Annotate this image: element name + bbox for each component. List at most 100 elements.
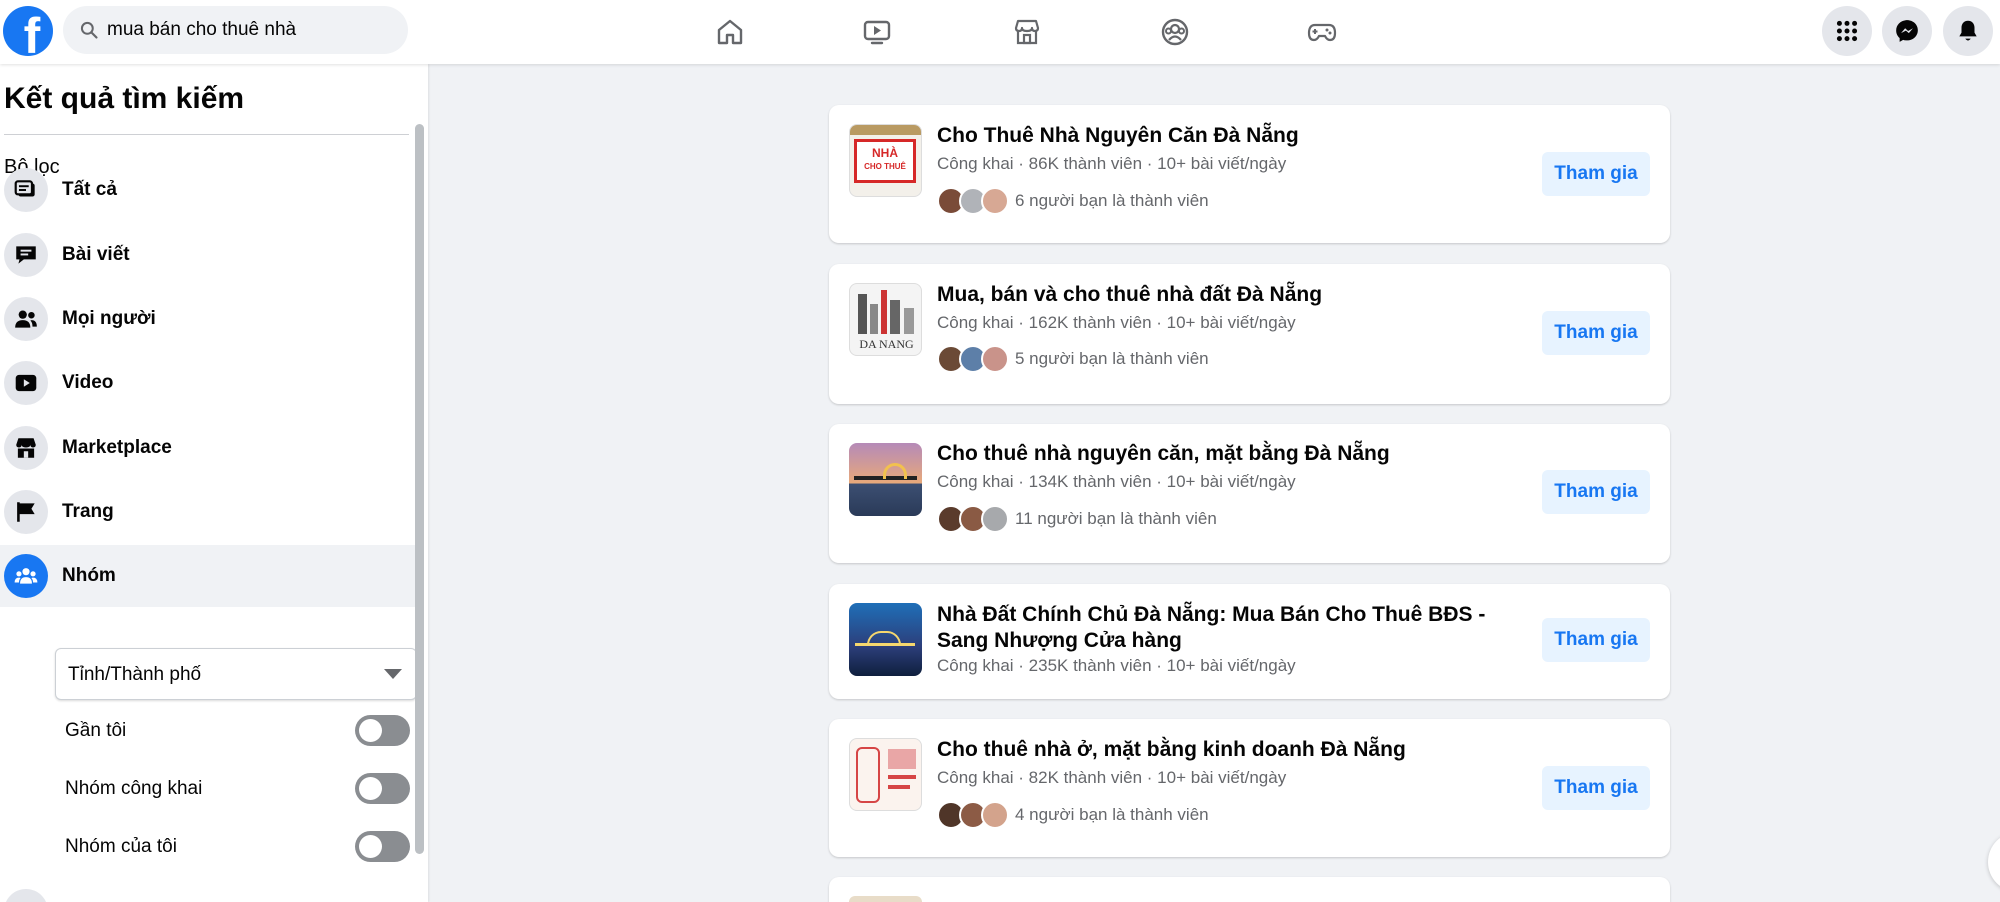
avatar xyxy=(981,187,1009,215)
sidebar-item-label: Mọi người xyxy=(62,308,156,329)
group-result-card[interactable]: Cho thuê nhà ở, mặt bằng kinh doanh Đà N… xyxy=(829,719,1670,857)
sidebar-item-label: Bài viết xyxy=(62,244,130,265)
avatar xyxy=(981,345,1009,373)
group-meta: Công khai · 134K thành viên · 10+ bài vi… xyxy=(937,472,1296,491)
location-dropdown-value: Tỉnh/Thành phố xyxy=(68,664,202,685)
join-group-button[interactable]: Tham gia xyxy=(1542,470,1650,514)
all-results-icon xyxy=(4,168,48,212)
group-title[interactable]: Cho Thuê Nhà Nguyên Căn Đà Nẵng xyxy=(937,123,1537,149)
notifications-button[interactable] xyxy=(1943,6,1993,56)
group-thumbnail: DA NANG xyxy=(849,283,922,356)
thumb-text: CHO THUÊ xyxy=(864,162,906,171)
toggle-knob xyxy=(359,719,382,742)
sidebar-item-label: Marketplace xyxy=(62,437,172,458)
toggle-knob xyxy=(359,835,382,858)
group-meta: Công khai · 162K thành viên · 10+ bài vi… xyxy=(937,313,1296,332)
divider xyxy=(4,134,409,135)
sidebar-item-groups[interactable]: Nhóm xyxy=(0,545,415,607)
caret-down-icon xyxy=(384,669,402,679)
gaming-icon[interactable] xyxy=(1300,10,1344,54)
sidebar-item-label: Nhóm xyxy=(62,565,116,586)
join-group-button[interactable]: Tham gia xyxy=(1542,152,1650,196)
sidebar-item-label: Trang xyxy=(62,501,114,522)
friend-members-text: 4 người bạn là thành viên xyxy=(1015,805,1209,824)
group-thumbnail: NHÀ CHO THUÊ xyxy=(849,124,922,197)
friend-avatars xyxy=(937,505,1009,533)
sidebar-item-people[interactable]: Mọi người xyxy=(0,288,415,350)
public-groups-toggle[interactable] xyxy=(355,773,410,804)
toggle-row-public-groups: Nhóm công khai xyxy=(55,769,410,809)
friend-members: 4 người bạn là thành viên xyxy=(937,800,1209,830)
group-thumbnail xyxy=(849,896,922,902)
toggle-label: Nhóm công khai xyxy=(65,778,203,799)
friend-members-text: 6 người bạn là thành viên xyxy=(1015,191,1209,210)
group-result-card[interactable]: NHÀ CHO THUÊ Cho Thuê Nhà Nguyên Căn Đà … xyxy=(829,105,1670,243)
group-title[interactable]: Nhà Đất Chính Chủ Đà Nẵng: Mua Bán Cho T… xyxy=(937,602,1537,654)
top-navigation-bar: f xyxy=(0,0,2000,64)
group-meta: Công khai · 82K thành viên · 10+ bài viế… xyxy=(937,768,1287,787)
thumb-text: NHÀ xyxy=(872,146,898,160)
marketplace-icon xyxy=(4,426,48,470)
groups-icon xyxy=(4,554,48,598)
messenger-icon xyxy=(1896,20,1918,42)
group-thumbnail xyxy=(849,443,922,516)
friend-avatars xyxy=(937,801,1009,829)
group-title[interactable]: Mua, bán và cho thuê nhà đất Đà Nẵng xyxy=(937,282,1537,308)
menu-grid-button[interactable] xyxy=(1822,6,1872,56)
sidebar-item-marketplace[interactable]: Marketplace xyxy=(0,417,415,479)
groups-icon[interactable] xyxy=(1153,10,1197,54)
sidebar-next-item-icon[interactable] xyxy=(4,889,48,902)
group-meta: Công khai · 86K thành viên · 10+ bài viế… xyxy=(937,154,1287,173)
marketplace-icon[interactable] xyxy=(1005,10,1049,54)
avatar xyxy=(981,801,1009,829)
floating-action-button[interactable] xyxy=(1988,832,2000,892)
location-dropdown[interactable]: Tỉnh/Thành phố xyxy=(55,648,417,700)
group-meta: Công khai · 235K thành viên · 10+ bài vi… xyxy=(937,656,1296,675)
join-group-button[interactable]: Tham gia xyxy=(1542,618,1650,662)
posts-icon xyxy=(4,233,48,277)
sidebar-item-pages[interactable]: Trang xyxy=(0,481,415,543)
facebook-logo[interactable]: f xyxy=(3,6,53,56)
sidebar-item-video[interactable]: Video xyxy=(0,352,415,414)
group-result-card[interactable]: Cho thuê nhà nguyên căn, mặt bằng Đà Nẵn… xyxy=(829,424,1670,563)
sidebar-title: Kết quả tìm kiếm xyxy=(4,82,245,115)
group-result-card[interactable]: DA NANG Mua, bán và cho thuê nhà đất Đà … xyxy=(829,264,1670,404)
search-filters-sidebar: Kết quả tìm kiếm Bộ lọc Tất cả Bài viết … xyxy=(0,64,428,902)
sidebar-item-label: Tất cả xyxy=(62,179,117,200)
home-icon[interactable] xyxy=(708,10,752,54)
near-me-toggle[interactable] xyxy=(355,715,410,746)
friend-members-text: 5 người bạn là thành viên xyxy=(1015,349,1209,368)
join-group-button[interactable]: Tham gia xyxy=(1542,766,1650,810)
toggle-label: Gần tôi xyxy=(65,720,127,741)
friend-members-text: 11 người bạn là thành viên xyxy=(1015,509,1217,528)
watch-icon[interactable] xyxy=(855,10,899,54)
group-thumbnail xyxy=(849,603,922,676)
friend-members: 6 người bạn là thành viên xyxy=(937,186,1209,216)
group-result-card[interactable]: Nhà Đất Chính Chủ Đà Nẵng: Mua Bán Cho T… xyxy=(829,584,1670,699)
menu-grid-icon xyxy=(1836,20,1858,42)
sidebar-item-posts[interactable]: Bài viết xyxy=(0,224,415,286)
group-result-card-partial[interactable] xyxy=(829,877,1670,902)
sidebar-item-label: Video xyxy=(62,372,114,393)
group-thumbnail xyxy=(849,738,922,811)
group-title[interactable]: Cho thuê nhà ở, mặt bằng kinh doanh Đà N… xyxy=(937,737,1537,763)
my-groups-toggle[interactable] xyxy=(355,831,410,862)
friend-avatars xyxy=(937,345,1009,373)
search-icon xyxy=(80,21,98,39)
group-title[interactable]: Cho thuê nhà nguyên căn, mặt bằng Đà Nẵn… xyxy=(937,441,1537,467)
sidebar-scrollbar[interactable] xyxy=(415,124,424,854)
sidebar-item-all[interactable]: Tất cả xyxy=(0,159,415,221)
friend-members: 5 người bạn là thành viên xyxy=(937,344,1209,374)
people-icon xyxy=(4,297,48,341)
toggle-row-near-me: Gần tôi xyxy=(55,711,410,751)
messenger-button[interactable] xyxy=(1882,6,1932,56)
search-box[interactable] xyxy=(63,6,408,54)
thumb-text: DA NANG xyxy=(859,337,914,351)
join-group-button[interactable]: Tham gia xyxy=(1542,311,1650,355)
pages-flag-icon xyxy=(4,490,48,534)
search-input[interactable] xyxy=(107,6,397,54)
friend-members: 11 người bạn là thành viên xyxy=(937,504,1217,534)
friend-avatars xyxy=(937,187,1009,215)
toggle-row-my-groups: Nhóm của tôi xyxy=(55,827,410,867)
avatar xyxy=(981,505,1009,533)
